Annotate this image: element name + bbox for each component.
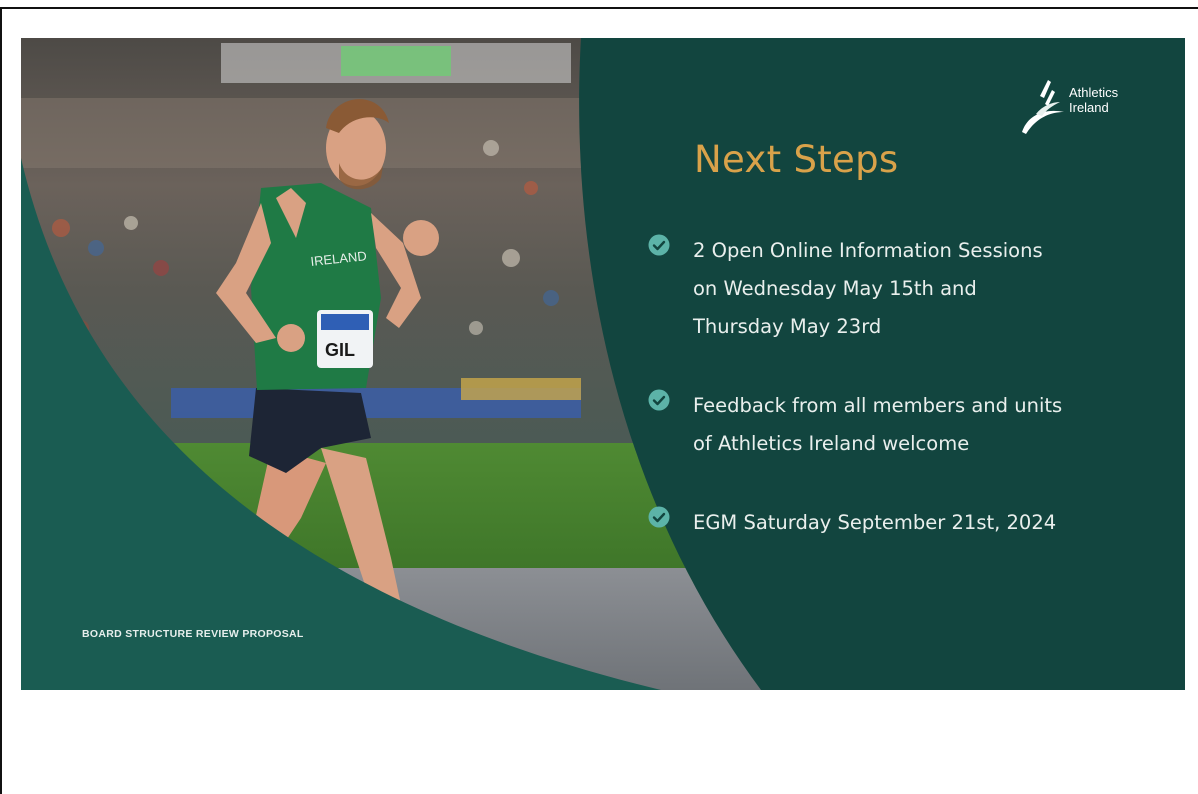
athlete-photo: GIL IRELAND: [21, 38, 761, 690]
bullet-line: on Wednesday May 15th and: [693, 277, 977, 300]
bullet-line: 2 Open Online Information Sessions: [693, 239, 1043, 262]
frame-top-border: [0, 7, 1198, 9]
bullet-line: Feedback from all members and units: [693, 394, 1063, 417]
bib-text: GIL: [325, 340, 355, 360]
check-circle-icon: [648, 389, 670, 411]
slide: GIL IRELAND Athletics Ireland Next Steps…: [21, 38, 1185, 690]
bullet-line: Thursday May 23rd: [693, 315, 882, 338]
check-circle-icon: [648, 506, 670, 528]
logo-text-line2: Ireland: [1069, 100, 1109, 115]
check-circle-icon: [648, 234, 670, 256]
bullet-text: EGM Saturday September 21st, 2024: [693, 504, 1168, 542]
slide-footer: BOARD STRUCTURE REVIEW PROPOSAL: [82, 628, 304, 640]
frame-left-border: [0, 7, 2, 794]
bullet-text: 2 Open Online Information Sessions on We…: [693, 232, 1168, 346]
logo-mark-icon: [1022, 80, 1064, 134]
bullet-line: EGM Saturday September 21st, 2024: [693, 511, 1057, 534]
athletics-ireland-logo: Athletics Ireland: [1016, 74, 1151, 140]
logo-text-line1: Athletics: [1069, 85, 1119, 100]
slide-title: Next Steps: [694, 138, 899, 181]
bullet-text: Feedback from all members and units of A…: [693, 387, 1168, 463]
bullet-line: of Athletics Ireland welcome: [693, 432, 970, 455]
